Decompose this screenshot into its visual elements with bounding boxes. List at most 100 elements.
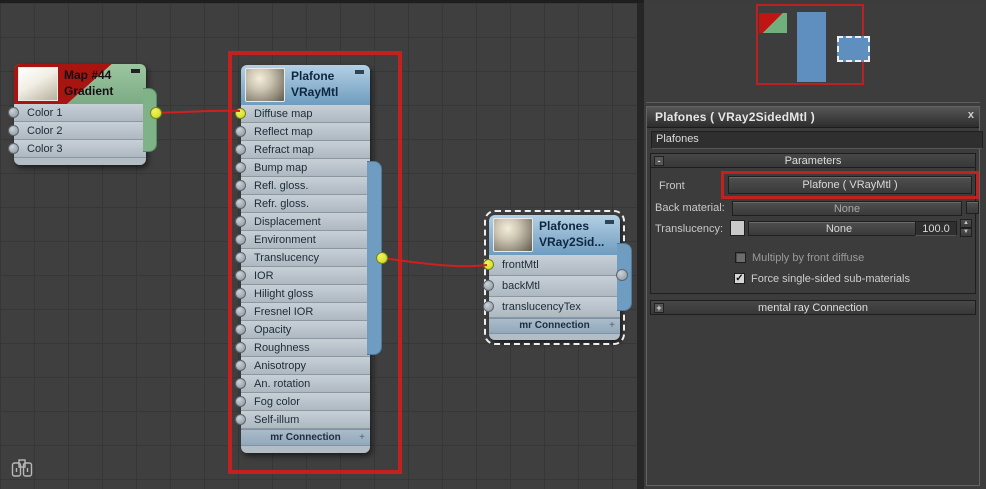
slot-label: Hilight gloss bbox=[254, 287, 314, 300]
slot-label: Refract map bbox=[254, 143, 314, 156]
slot-row[interactable]: Color 2 bbox=[8, 122, 146, 140]
binoculars-icon[interactable] bbox=[10, 458, 34, 480]
input-socket[interactable] bbox=[235, 341, 246, 353]
slot-label: Translucency bbox=[254, 251, 320, 264]
input-socket[interactable] bbox=[235, 233, 246, 245]
node-vraymtl[interactable]: Plafone VRayMtl Diffuse map Reflect map Re… bbox=[235, 65, 382, 453]
slot-label: Refr. gloss. bbox=[254, 197, 310, 210]
mr-connection-bar[interactable]: mr Connection + bbox=[489, 318, 620, 334]
input-socket[interactable] bbox=[483, 259, 494, 270]
input-socket[interactable] bbox=[8, 124, 19, 136]
input-socket[interactable] bbox=[235, 377, 246, 389]
material-name-input[interactable]: Plafones bbox=[651, 131, 983, 149]
slot-row[interactable]: Diffuse map bbox=[235, 105, 370, 123]
node-gradient-map[interactable]: Map #44 Gradient Color 1 Color 2 Color 3 bbox=[8, 64, 157, 165]
parameters-rollout-header[interactable]: - Parameters bbox=[650, 153, 976, 168]
input-socket[interactable] bbox=[235, 143, 246, 155]
slot-row[interactable]: Reflect map bbox=[235, 123, 370, 141]
slot-row[interactable]: translucencyTex bbox=[483, 297, 620, 318]
navigator-vraymtl-node[interactable] bbox=[797, 12, 826, 82]
input-socket[interactable] bbox=[235, 413, 246, 425]
gradient-output-socket[interactable] bbox=[150, 107, 162, 119]
vray2sided-node-header[interactable]: Plafones VRay2Sid... bbox=[489, 215, 620, 255]
input-socket[interactable] bbox=[235, 251, 246, 263]
slot-label: An. rotation bbox=[254, 377, 311, 390]
slot-row[interactable]: IOR bbox=[235, 267, 370, 285]
gradient-node-header[interactable]: Map #44 Gradient bbox=[14, 64, 146, 104]
input-socket[interactable] bbox=[235, 305, 246, 317]
collapse-node-icon[interactable] bbox=[605, 220, 614, 222]
vray2sided-thumbnail[interactable] bbox=[493, 218, 533, 252]
input-socket[interactable] bbox=[8, 142, 19, 154]
slot-row[interactable]: Translucency bbox=[235, 249, 370, 267]
spinner-down-icon[interactable]: ▼ bbox=[960, 228, 972, 237]
gradient-output-tab[interactable] bbox=[143, 88, 157, 152]
input-socket[interactable] bbox=[235, 179, 246, 191]
input-socket[interactable] bbox=[235, 395, 246, 407]
slot-row[interactable]: An. rotation bbox=[235, 375, 370, 393]
gradient-thumbnail[interactable] bbox=[18, 67, 58, 101]
navigator-preview[interactable] bbox=[646, 3, 980, 103]
node-vray2sided[interactable]: Plafones VRay2Sid... frontMtl backMtl tran… bbox=[483, 210, 632, 345]
collapse-node-icon[interactable] bbox=[131, 69, 140, 71]
translucency-amount-input[interactable]: 100.0 bbox=[915, 221, 957, 236]
input-socket[interactable] bbox=[235, 323, 246, 335]
slot-row[interactable]: frontMtl bbox=[483, 255, 620, 276]
force-single-sided-checkbox[interactable]: ✓ bbox=[734, 273, 745, 284]
vray2sided-slot-list: frontMtl backMtl translucencyTex bbox=[483, 255, 620, 318]
vraymtl-node-header[interactable]: Plafone VRayMtl bbox=[241, 65, 370, 105]
node-title: Plafone bbox=[291, 69, 335, 83]
slot-row[interactable]: Hilight gloss bbox=[235, 285, 370, 303]
back-material-button[interactable]: None bbox=[732, 201, 962, 216]
node-footer[interactable] bbox=[241, 446, 370, 453]
slot-row[interactable]: Fog color bbox=[235, 393, 370, 411]
slot-row[interactable]: Opacity bbox=[235, 321, 370, 339]
expand-icon[interactable]: + bbox=[609, 319, 615, 333]
panel-titlebar[interactable]: Plafones ( VRay2SidedMtl ) x bbox=[647, 107, 979, 128]
vray2sided-output-socket[interactable] bbox=[616, 269, 628, 281]
node-view-canvas[interactable]: Map #44 Gradient Color 1 Color 2 Color 3 P… bbox=[0, 3, 637, 489]
spinner-up-icon[interactable]: ▲ bbox=[960, 219, 972, 228]
input-socket[interactable] bbox=[483, 280, 494, 291]
vraymtl-output-socket[interactable] bbox=[376, 252, 388, 264]
slot-row[interactable]: Environment bbox=[235, 231, 370, 249]
slot-row[interactable]: Fresnel IOR bbox=[235, 303, 370, 321]
mental-ray-rollout-header[interactable]: + mental ray Connection bbox=[650, 300, 976, 315]
input-socket[interactable] bbox=[235, 269, 246, 281]
slot-row[interactable]: Color 1 bbox=[8, 104, 146, 122]
navigator-selected-node[interactable] bbox=[837, 36, 870, 62]
input-socket[interactable] bbox=[8, 106, 19, 118]
slot-row[interactable]: Refract map bbox=[235, 141, 370, 159]
collapse-node-icon[interactable] bbox=[355, 70, 364, 72]
slot-row[interactable]: Bump map bbox=[235, 159, 370, 177]
node-footer[interactable] bbox=[489, 334, 620, 340]
slot-row[interactable]: Displacement bbox=[235, 213, 370, 231]
slot-row[interactable]: Self-illum bbox=[235, 411, 370, 429]
input-socket[interactable] bbox=[235, 287, 246, 299]
input-socket[interactable] bbox=[235, 161, 246, 173]
collapse-icon[interactable]: - bbox=[654, 156, 664, 166]
translucency-map-button[interactable]: None bbox=[748, 221, 930, 236]
input-socket[interactable] bbox=[235, 125, 246, 137]
slot-row[interactable]: Color 3 bbox=[8, 140, 146, 158]
back-material-enable-checkbox[interactable] bbox=[966, 201, 979, 214]
input-socket[interactable] bbox=[235, 107, 246, 119]
slot-row[interactable]: backMtl bbox=[483, 276, 620, 297]
input-socket[interactable] bbox=[235, 215, 246, 227]
expand-icon[interactable]: + bbox=[654, 303, 664, 313]
input-socket[interactable] bbox=[235, 359, 246, 371]
slot-row[interactable]: Refr. gloss. bbox=[235, 195, 370, 213]
vraymtl-thumbnail[interactable] bbox=[245, 68, 285, 102]
slot-row[interactable]: Anisotropy bbox=[235, 357, 370, 375]
slot-row[interactable]: Roughness bbox=[235, 339, 370, 357]
navigator-gradient-node[interactable] bbox=[759, 13, 787, 33]
expand-icon[interactable]: + bbox=[359, 430, 365, 445]
input-socket[interactable] bbox=[235, 197, 246, 209]
translucency-color-swatch[interactable] bbox=[730, 220, 745, 236]
close-icon[interactable]: x bbox=[968, 109, 974, 121]
multiply-front-diffuse-checkbox[interactable] bbox=[735, 252, 746, 263]
mr-connection-bar[interactable]: mr Connection + bbox=[241, 429, 370, 446]
node-footer[interactable] bbox=[14, 158, 146, 165]
slot-row[interactable]: Refl. gloss. bbox=[235, 177, 370, 195]
input-socket[interactable] bbox=[483, 301, 494, 312]
